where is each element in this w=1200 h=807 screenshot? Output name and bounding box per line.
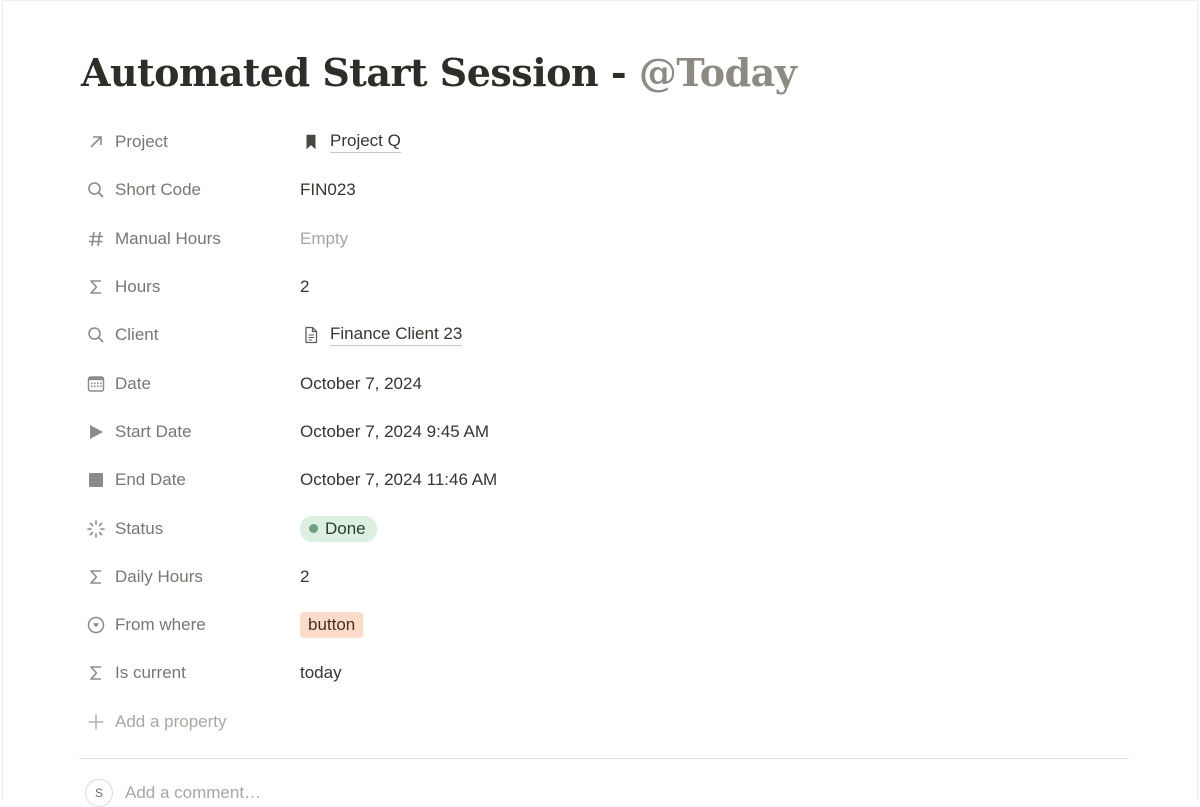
calendar-icon — [85, 373, 107, 395]
property-label-manual-hours[interactable]: Manual Hours — [81, 222, 300, 256]
property-value-project[interactable]: Project Q — [300, 125, 401, 159]
stop-icon — [85, 469, 107, 491]
today-mention[interactable]: @Today — [639, 50, 797, 95]
add-property-row: Add a property — [81, 698, 1131, 746]
property-label-daily-hours[interactable]: Daily Hours — [81, 560, 300, 594]
page-title-text: Automated Start Session - — [81, 50, 639, 95]
avatar: S — [85, 779, 113, 807]
select-circle-icon — [85, 614, 107, 636]
property-label-text: Date — [115, 373, 151, 393]
property-label-text: Is current — [115, 663, 186, 683]
status-text: Done — [325, 518, 366, 538]
property-label-hours[interactable]: Hours — [81, 270, 300, 304]
property-label-date[interactable]: Date — [81, 367, 300, 401]
property-row-end-date: End Date October 7, 2024 11:46 AM — [81, 456, 1131, 504]
property-row-project: Project Project Q — [81, 118, 1131, 166]
plus-icon — [85, 711, 107, 733]
property-label-end-date[interactable]: End Date — [81, 463, 300, 497]
property-row-manual-hours: Manual Hours Empty — [81, 215, 1131, 263]
property-value-start-date[interactable]: October 7, 2024 9:45 AM — [300, 415, 489, 449]
property-value-end-date[interactable]: October 7, 2024 11:46 AM — [300, 463, 497, 497]
client-link[interactable]: Finance Client 23 — [330, 324, 463, 347]
sigma-icon — [85, 662, 107, 684]
property-value-status[interactable]: Done — [300, 512, 377, 546]
play-icon — [85, 421, 107, 443]
property-label-client[interactable]: Client — [81, 318, 300, 352]
comment-row: S — [85, 779, 525, 807]
status-badge[interactable]: Done — [300, 515, 377, 542]
property-row-is-current: Is current today — [81, 649, 1131, 697]
comment-input[interactable] — [125, 783, 525, 803]
property-label-text: End Date — [115, 470, 186, 490]
property-label-status[interactable]: Status — [81, 512, 300, 546]
property-label-text: Project — [115, 132, 168, 152]
property-value-hours[interactable]: 2 — [300, 270, 309, 304]
comments-divider — [79, 758, 1129, 759]
sigma-icon — [85, 276, 107, 298]
property-label-text: Client — [115, 325, 159, 345]
property-label-text: Hours — [115, 277, 161, 297]
property-row-daily-hours: Daily Hours 2 — [81, 553, 1131, 601]
property-label-text: Manual Hours — [115, 228, 221, 248]
status-spinner-icon — [85, 518, 107, 540]
property-label-start-date[interactable]: Start Date — [81, 415, 300, 449]
properties-list: Project Project Q Short Code FIN023 Manu… — [81, 118, 1131, 746]
property-value-is-current[interactable]: today — [300, 656, 342, 690]
select-tag[interactable]: button — [300, 612, 364, 639]
sigma-icon — [85, 566, 107, 588]
add-property-button[interactable]: Add a property — [81, 705, 300, 739]
property-label-from-where[interactable]: From where — [81, 608, 300, 642]
property-value-date[interactable]: October 7, 2024 — [300, 367, 422, 401]
property-value-client[interactable]: Finance Client 23 — [300, 318, 463, 352]
property-value-short-code[interactable]: FIN023 — [300, 173, 356, 207]
property-value-from-where[interactable]: button — [300, 608, 364, 642]
add-property-label: Add a property — [115, 711, 227, 731]
property-label-text: Status — [115, 518, 164, 538]
page-title[interactable]: Automated Start Session - @Today — [81, 45, 797, 101]
property-row-status: Status Done — [81, 504, 1131, 552]
property-row-client: Client Finance Client 23 — [81, 311, 1131, 359]
arrow-up-right-icon — [85, 131, 107, 153]
property-value-manual-hours[interactable]: Empty — [300, 222, 348, 256]
property-row-hours: Hours 2 — [81, 263, 1131, 311]
property-row-from-where: From where button — [81, 601, 1131, 649]
bookmark-icon — [300, 131, 322, 153]
status-dot-icon — [309, 524, 318, 534]
search-icon — [85, 324, 107, 346]
property-label-project[interactable]: Project — [81, 125, 300, 159]
property-row-short-code: Short Code FIN023 — [81, 166, 1131, 214]
property-label-text: Start Date — [115, 421, 192, 441]
property-label-text: Short Code — [115, 180, 201, 200]
page-frame: Automated Start Session - @Today Project… — [2, 0, 1198, 807]
property-label-text: From where — [115, 615, 206, 635]
project-link[interactable]: Project Q — [330, 131, 401, 154]
property-value-daily-hours[interactable]: 2 — [300, 560, 309, 594]
property-row-date: Date October 7, 2024 — [81, 359, 1131, 407]
property-label-short-code[interactable]: Short Code — [81, 173, 300, 207]
property-label-is-current[interactable]: Is current — [81, 656, 300, 690]
document-icon — [300, 324, 322, 346]
property-label-text: Daily Hours — [115, 566, 203, 586]
search-icon — [85, 179, 107, 201]
property-row-start-date: Start Date October 7, 2024 9:45 AM — [81, 408, 1131, 456]
hash-icon — [85, 228, 107, 250]
